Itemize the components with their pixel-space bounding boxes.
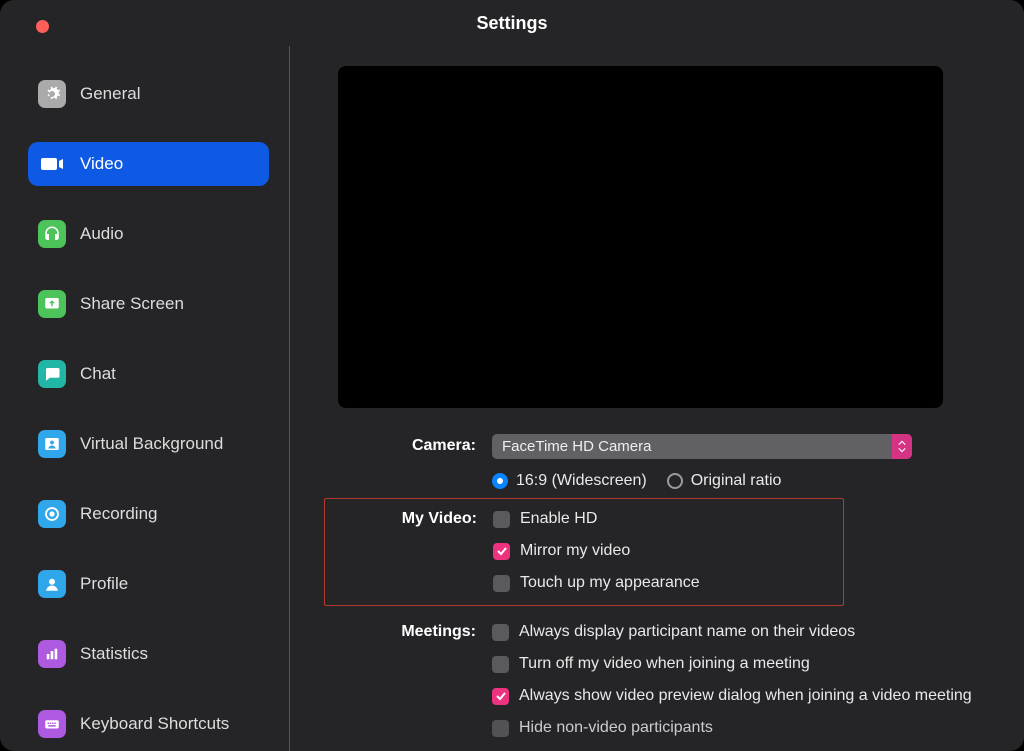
mirror-video-row: Mirror my video <box>333 535 843 567</box>
hide-non-video-label: Hide non-video participants <box>519 719 713 737</box>
close-window-icon[interactable] <box>36 20 49 33</box>
hide-non-video-row: Hide non-video participants <box>332 712 1020 744</box>
sidebar-item-label: Statistics <box>80 644 148 664</box>
sidebar-item-label: Profile <box>80 574 128 594</box>
sidebar-item-label: Virtual Background <box>80 434 223 454</box>
sidebar-item-recording[interactable]: Recording <box>28 492 269 536</box>
content-panel: Camera: FaceTime HD Camera 16:9 (Widescr… <box>290 46 1024 751</box>
hide-non-video-checkbox[interactable] <box>492 720 509 737</box>
touch-up-checkbox[interactable] <box>493 575 510 592</box>
sidebar-item-virtual-background[interactable]: Virtual Background <box>28 422 269 466</box>
sidebar-item-profile[interactable]: Profile <box>28 562 269 606</box>
profile-icon <box>38 570 66 598</box>
sidebar-item-label: General <box>80 84 140 104</box>
preview-dialog-label: Always show video preview dialog when jo… <box>519 687 972 705</box>
share-screen-icon <box>38 290 66 318</box>
my-video-highlight: My Video: Enable HD Mirror my video <box>324 498 844 606</box>
aspect-original-label: Original ratio <box>691 472 782 490</box>
sidebar-item-video[interactable]: Video <box>28 142 269 186</box>
aspect-original-radio[interactable]: Original ratio <box>667 472 782 490</box>
sidebar-item-audio[interactable]: Audio <box>28 212 269 256</box>
bar-chart-icon <box>38 640 66 668</box>
keyboard-icon <box>38 710 66 738</box>
radio-checked-icon <box>492 473 508 489</box>
aspect-ratio-row: 16:9 (Widescreen) Original ratio <box>332 472 1020 490</box>
recording-icon <box>38 500 66 528</box>
display-name-checkbox[interactable] <box>492 624 509 641</box>
enable-hd-row: My Video: Enable HD <box>333 503 843 535</box>
camera-select-value: FaceTime HD Camera <box>502 438 651 455</box>
touch-up-row: Touch up my appearance <box>333 567 843 599</box>
body: General Video Audio Share Screen <box>0 46 1024 751</box>
my-video-label: My Video: <box>333 510 493 528</box>
meetings-label: Meetings: <box>332 623 492 641</box>
titlebar: Settings <box>0 0 1024 46</box>
camera-select[interactable]: FaceTime HD Camera <box>492 434 912 459</box>
sidebar: General Video Audio Share Screen <box>0 46 290 751</box>
sidebar-item-label: Share Screen <box>80 294 184 314</box>
aspect-16-9-radio[interactable]: 16:9 (Widescreen) <box>492 472 647 490</box>
mirror-video-label: Mirror my video <box>520 542 630 560</box>
enable-hd-checkbox[interactable] <box>493 511 510 528</box>
video-camera-icon <box>38 150 66 178</box>
turn-off-video-checkbox[interactable] <box>492 656 509 673</box>
virtual-background-icon <box>38 430 66 458</box>
camera-row: Camera: FaceTime HD Camera <box>332 430 1020 462</box>
sidebar-item-keyboard-shortcuts[interactable]: Keyboard Shortcuts <box>28 702 269 746</box>
preview-dialog-checkbox[interactable] <box>492 688 509 705</box>
preview-dialog-row: Always show video preview dialog when jo… <box>332 680 1020 712</box>
camera-label: Camera: <box>332 437 492 455</box>
display-name-row: Meetings: Always display participant nam… <box>332 616 1020 648</box>
sidebar-item-label: Keyboard Shortcuts <box>80 714 229 734</box>
sidebar-item-label: Audio <box>80 224 123 244</box>
video-preview <box>338 66 943 408</box>
settings-window: Settings General Video Audio <box>0 0 1024 751</box>
turn-off-video-row: Turn off my video when joining a meeting <box>332 648 1020 680</box>
headphones-icon <box>38 220 66 248</box>
sidebar-item-share-screen[interactable]: Share Screen <box>28 282 269 326</box>
touch-up-label: Touch up my appearance <box>520 574 700 592</box>
aspect-16-9-label: 16:9 (Widescreen) <box>516 472 647 490</box>
select-chevrons-icon <box>892 434 912 459</box>
window-title: Settings <box>476 13 547 34</box>
display-name-label: Always display participant name on their… <box>519 623 855 641</box>
mirror-video-checkbox[interactable] <box>493 543 510 560</box>
sidebar-item-chat[interactable]: Chat <box>28 352 269 396</box>
traffic-lights <box>36 20 49 33</box>
sidebar-item-statistics[interactable]: Statistics <box>28 632 269 676</box>
chat-icon <box>38 360 66 388</box>
sidebar-item-label: Chat <box>80 364 116 384</box>
gear-icon <box>38 80 66 108</box>
turn-off-video-label: Turn off my video when joining a meeting <box>519 655 810 673</box>
video-settings-form: Camera: FaceTime HD Camera 16:9 (Widescr… <box>332 430 1020 744</box>
sidebar-item-label: Video <box>80 154 123 174</box>
sidebar-item-label: Recording <box>80 504 158 524</box>
sidebar-item-general[interactable]: General <box>28 72 269 116</box>
radio-unchecked-icon <box>667 473 683 489</box>
enable-hd-label: Enable HD <box>520 510 597 528</box>
